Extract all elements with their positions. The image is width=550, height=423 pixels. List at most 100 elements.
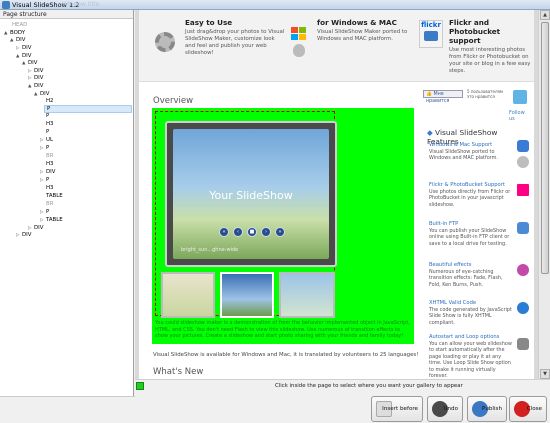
- feature-item: Windows & Mac Support Visual SlideShow p…: [429, 142, 498, 162]
- tree-node[interactable]: ▲ DIV: [22, 60, 37, 67]
- last-slide-button[interactable]: »: [275, 227, 285, 237]
- feature-platforms: for Windows & MAC Visual SlideShow Maker…: [317, 18, 413, 43]
- tree-node[interactable]: P: [46, 113, 49, 119]
- follow-us-link[interactable]: Follow us: [509, 110, 531, 122]
- slide-caption: Your SlideShow: [209, 189, 293, 202]
- window-title-ghost: - Window title: [58, 1, 100, 8]
- prev-slide-button[interactable]: ‹: [233, 227, 243, 237]
- windows-icon: [517, 140, 529, 152]
- right-column: 👍 Мне нравится 5 пользователям это нрави…: [423, 88, 531, 379]
- title-bar: Visual SlideShow 1.2 - Window title: [0, 0, 550, 10]
- tree-node[interactable]: HEAD: [12, 22, 27, 28]
- effects-icon: [517, 264, 529, 276]
- tree-node[interactable]: ▷ DIV: [28, 75, 43, 82]
- scroll-down-arrow[interactable]: ▼: [540, 369, 550, 379]
- apple-icon: [517, 156, 529, 168]
- left-status-area: [0, 396, 135, 423]
- like-button[interactable]: 👍 Мне нравится: [423, 90, 463, 104]
- overview-paragraph: You could slideshow maker is a demonstra…: [155, 320, 410, 339]
- tree-node[interactable]: ▷ DIV: [40, 169, 55, 176]
- page-structure-panel: Page structure HEAD ▲ BODY ▲ DIV ▷ DIV ▲ DIV…: [0, 10, 134, 396]
- tree-node[interactable]: ▲ DIV: [28, 83, 43, 90]
- tree-node[interactable]: ▷ DIV: [28, 68, 43, 75]
- feature-item: Beautiful effects Numerous of eye-catchi…: [429, 262, 503, 288]
- page-preview[interactable]: Easy to Use Just drag&drop your photos t…: [135, 10, 538, 379]
- web-page[interactable]: Easy to Use Just drag&drop your photos t…: [139, 10, 534, 379]
- like-count: 5 пользователям это нравится: [467, 89, 503, 99]
- tree-node[interactable]: BR: [46, 201, 53, 207]
- autoplay-icon: [517, 338, 529, 350]
- tree-node-selected[interactable]: P: [44, 105, 132, 113]
- tree-node[interactable]: H3: [46, 185, 53, 191]
- feature-text: Visual SlideShow Maker ported to Windows…: [317, 29, 408, 42]
- tree-node[interactable]: ▷ TABLE: [40, 217, 63, 224]
- undo-button[interactable]: Undo: [427, 396, 463, 422]
- flickr-label: flickr: [421, 21, 441, 29]
- whats-new-heading: What's New: [153, 367, 204, 377]
- gear-icon: [155, 32, 175, 52]
- tree-node[interactable]: H2: [46, 98, 53, 104]
- windows-icon: [291, 27, 307, 41]
- tree-node[interactable]: ▲ DIV: [16, 53, 31, 60]
- bottom-panel: Click inside the page to select where yo…: [135, 379, 550, 423]
- twitter-icon[interactable]: [513, 90, 527, 104]
- slideshow-selection[interactable]: Your SlideShow « ‹ ■ › » bright_sun...gh…: [155, 111, 337, 318]
- tree-node[interactable]: H3: [46, 121, 53, 127]
- feature-text: Use most interesting photos from Flickr …: [449, 47, 531, 74]
- publish-button[interactable]: Publish: [467, 396, 507, 422]
- tree-node[interactable]: ▲ DIV: [10, 37, 25, 44]
- feature-title: Easy to Use: [185, 18, 233, 27]
- hint-bar: Click inside the page to select where yo…: [135, 381, 550, 391]
- feature-item: Built-in FTP You can publish your SlideS…: [429, 221, 510, 247]
- app-icon: [2, 1, 10, 9]
- photobucket-icon: [424, 31, 438, 41]
- tree-node[interactable]: ▷ P: [40, 209, 49, 216]
- feature-band: Easy to Use Just drag&drop your photos t…: [139, 10, 534, 82]
- tree-node[interactable]: ▲ DIV: [34, 91, 49, 98]
- tree-node[interactable]: ▷ DIV: [16, 232, 31, 239]
- green-status-indicator: [136, 382, 144, 390]
- tree-node[interactable]: H3: [46, 161, 53, 167]
- thumbnail-active[interactable]: [220, 272, 274, 318]
- slide-image: Your SlideShow « ‹ ■ › » bright_sun...gh…: [173, 129, 329, 259]
- tree-node[interactable]: ▷ P: [40, 145, 49, 152]
- feature-easy: Easy to Use Just drag&drop your photos t…: [185, 18, 285, 57]
- thumbnail[interactable]: [161, 272, 215, 318]
- feature-flickr: Flickr and Photobucket support Use most …: [449, 18, 531, 75]
- stop-button[interactable]: ■: [247, 227, 257, 237]
- hint-text: Click inside the page to select where yo…: [275, 383, 463, 389]
- page-structure-header: Page structure: [0, 10, 133, 19]
- thumbnail[interactable]: [279, 272, 335, 318]
- feature-item: Autostart and Loop options You can allow…: [429, 334, 512, 379]
- overview-heading: Overview: [153, 96, 194, 106]
- ftp-icon: [517, 222, 529, 234]
- availability-text: Visual SlideShow is available for Window…: [153, 352, 419, 358]
- scroll-thumb[interactable]: [541, 22, 549, 274]
- flickr-logo: flickr: [419, 20, 443, 48]
- insert-before-button[interactable]: Insert before: [371, 396, 423, 422]
- feature-text: Just drag&drop your photos to Visual Sli…: [185, 29, 285, 56]
- slideshow-frame: Your SlideShow « ‹ ■ › » bright_sun...gh…: [165, 121, 337, 267]
- next-slide-button[interactable]: ›: [261, 227, 271, 237]
- flickr-icon: [517, 184, 529, 196]
- tree-node[interactable]: ▷ P: [40, 177, 49, 184]
- tree-node[interactable]: BR: [46, 153, 53, 159]
- feature-item: Flickr & PhotoBucket Support Use photos …: [429, 182, 511, 208]
- scroll-up-arrow[interactable]: ▲: [540, 10, 550, 20]
- feature-title: for Windows & MAC: [317, 18, 397, 27]
- vertical-scrollbar[interactable]: ▲ ▼: [538, 10, 550, 379]
- tree-node[interactable]: TABLE: [46, 193, 63, 199]
- selected-paragraph-highlight[interactable]: Your SlideShow « ‹ ■ › » bright_sun...gh…: [152, 108, 414, 344]
- tree-node[interactable]: ▷ UL: [40, 137, 53, 144]
- feature-title: Flickr and Photobucket support: [449, 18, 501, 45]
- feature-item: XHTML Valid Code The code generated by J…: [429, 300, 512, 326]
- tree-node[interactable]: ▲ BODY: [4, 30, 25, 37]
- tree-node[interactable]: ▷ DIV: [28, 225, 43, 232]
- xhtml-icon: [517, 302, 529, 314]
- tree-node[interactable]: ▷ DIV: [16, 45, 31, 52]
- apple-icon: [293, 44, 305, 57]
- slide-label: bright_sun...ghne-wide: [181, 247, 239, 253]
- tree-node[interactable]: P: [46, 129, 49, 135]
- first-slide-button[interactable]: «: [219, 227, 229, 237]
- close-button[interactable]: Close: [509, 396, 547, 422]
